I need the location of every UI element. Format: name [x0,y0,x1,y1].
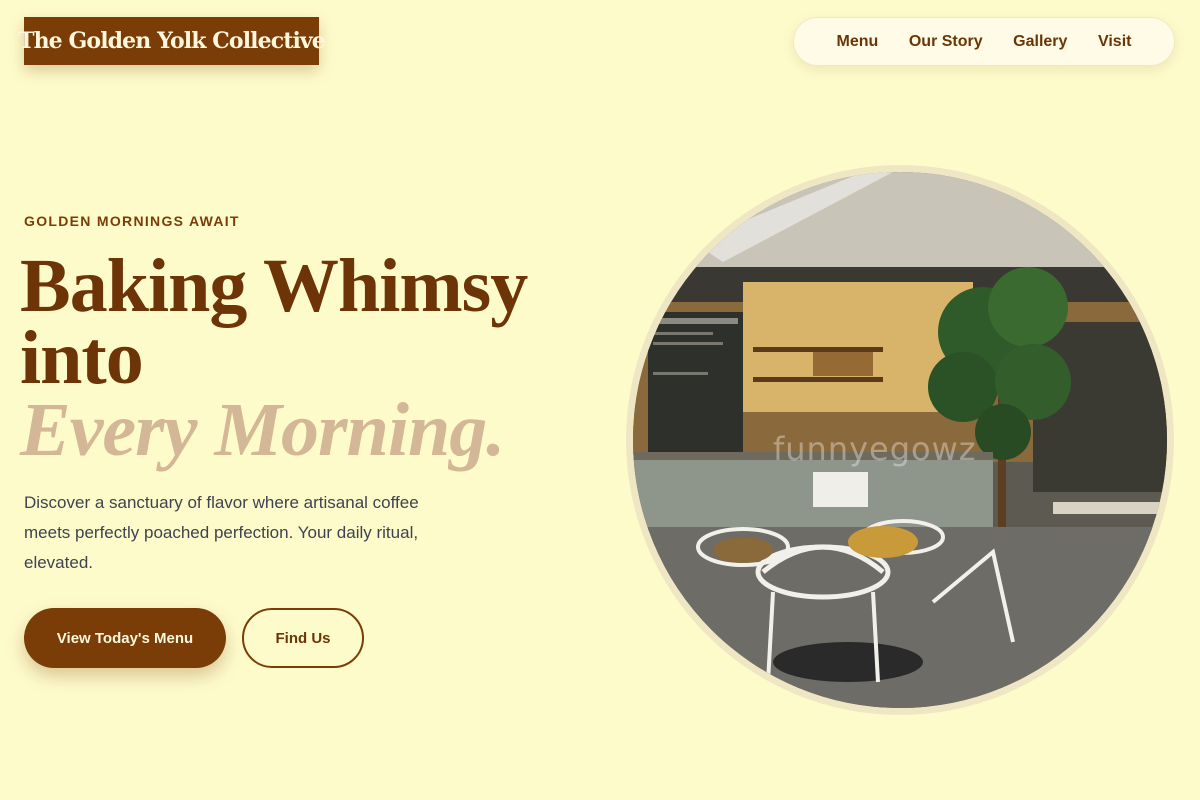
headline-line-1: Baking Whimsy [20,244,528,328]
image-watermark: funnyegowz [773,430,977,468]
find-us-button[interactable]: Find Us [242,608,364,668]
nav-item-visit[interactable]: Visit [1098,33,1132,51]
headline-accent: Every Morning. [20,388,505,472]
nav-item-gallery[interactable]: Gallery [1013,33,1067,51]
hero-description: Discover a sanctuary of flavor where art… [24,493,419,572]
nav-item-menu[interactable]: Menu [837,33,879,51]
nav-item-our-story[interactable]: Our Story [909,33,983,51]
main-nav: Menu Our Story Gallery Visit [793,17,1175,66]
hero-eyebrow: GOLDEN MORNINGS AWAIT [24,213,240,229]
hero-headline: Baking Whimsy into Every Morning. [20,244,580,472]
hero-cafe-photo: funnyegowz [626,165,1174,715]
brand-logo[interactable]: The Golden Yolk Collective [18,17,326,65]
headline-line-2: into [20,316,144,400]
view-menu-button[interactable]: View Today's Menu [24,608,226,668]
